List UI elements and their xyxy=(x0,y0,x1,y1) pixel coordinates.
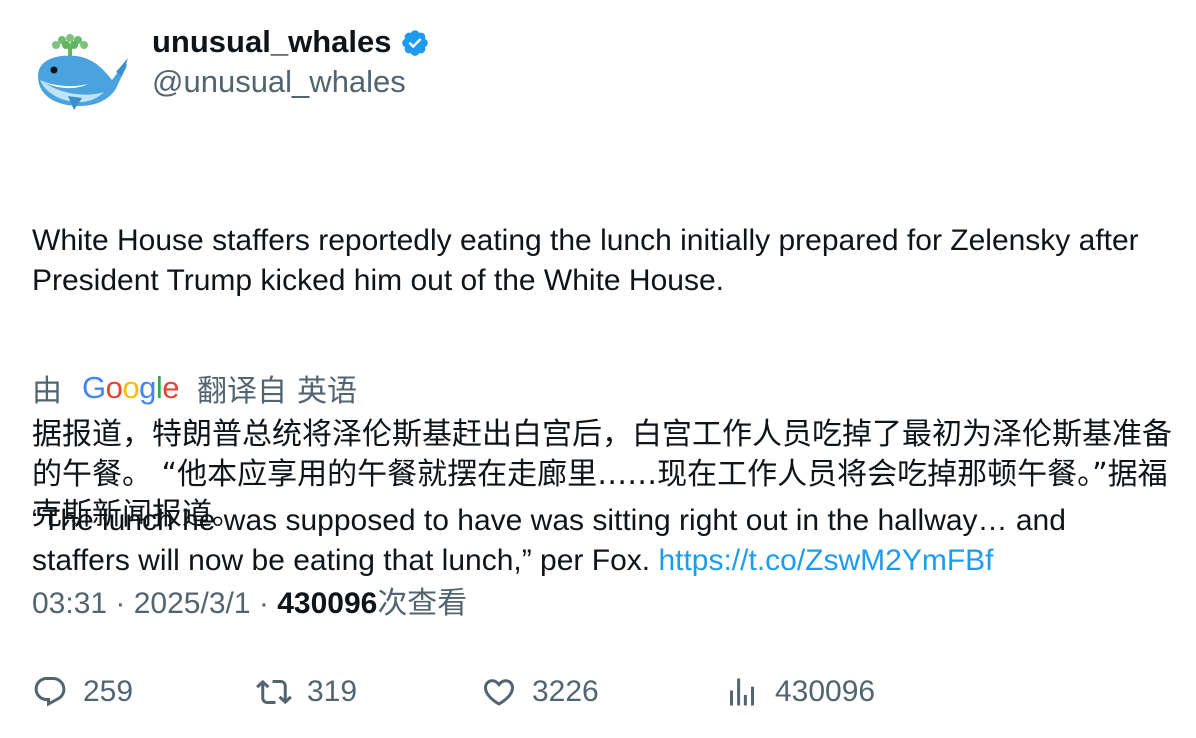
views-count: 430096 xyxy=(277,587,378,620)
views-label: 次查看 xyxy=(377,587,468,620)
like-count: 3226 xyxy=(532,675,599,708)
retweet-button[interactable]: 319 xyxy=(256,670,357,714)
author-name-row[interactable]: unusual_whales xyxy=(152,22,430,62)
meta-separator: · xyxy=(107,587,134,620)
translated-suffix: 翻译自 xyxy=(197,375,288,408)
analytics-icon xyxy=(730,678,754,706)
source-language[interactable]: 英语 xyxy=(297,366,357,410)
verified-badge-icon xyxy=(402,30,429,56)
reply-button[interactable]: 259 xyxy=(32,670,133,714)
translated-by-row: 由 Google 翻译自 英语 xyxy=(32,368,357,408)
translated-text: 据报道，特朗普总统将泽伦斯基赶出白宫后，白宫工作人员吃掉了最初为泽伦斯基准备的午… xyxy=(32,417,1172,532)
like-button[interactable]: 3226 xyxy=(481,670,599,714)
reply-icon xyxy=(34,677,66,707)
author-handle[interactable]: @unusual_whales xyxy=(152,62,406,102)
retweet-icon xyxy=(256,679,292,705)
meta-separator: · xyxy=(250,587,278,620)
tweet-link[interactable]: https://t.co/ZswM2YmFBf xyxy=(658,544,993,577)
tweet-paragraph: White House staffers reportedly eating t… xyxy=(32,224,1148,297)
retweet-count: 319 xyxy=(307,675,358,708)
translated-prefix: 由 xyxy=(32,375,62,408)
tweet-time[interactable]: 03:31 xyxy=(32,587,107,620)
tweet-date[interactable]: 2025/3/1 xyxy=(134,587,251,620)
heart-icon xyxy=(483,679,515,706)
author-display-name[interactable]: unusual_whales xyxy=(152,22,391,62)
avatar[interactable] xyxy=(32,24,128,116)
views-action-count: 430096 xyxy=(775,675,876,708)
reply-count: 259 xyxy=(83,675,134,708)
action-bar: 259 319 3226 430096 xyxy=(32,670,1172,714)
views-button[interactable]: 430096 xyxy=(724,670,875,714)
tweet-meta: 03:31 · 2025/3/1 · 430096次查看 xyxy=(32,584,467,624)
google-logo: Google xyxy=(82,370,180,405)
whale-icon xyxy=(38,34,128,110)
